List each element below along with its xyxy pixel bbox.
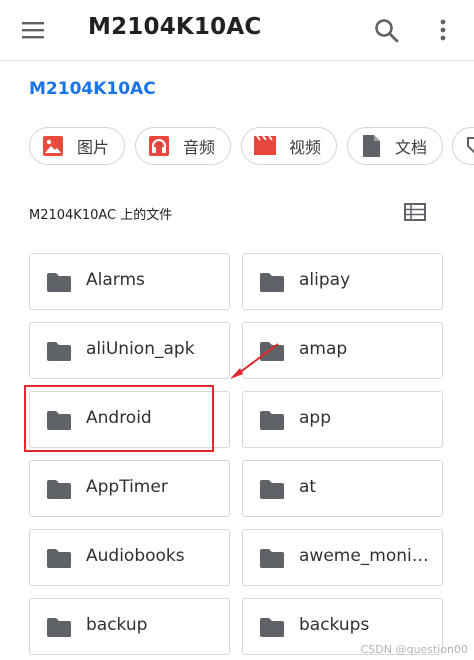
highlight-box bbox=[24, 385, 214, 452]
folder-icon bbox=[259, 479, 285, 500]
folder-name: aweme_moni… bbox=[299, 546, 429, 566]
folder-icon bbox=[46, 617, 72, 638]
folder-tile[interactable]: at bbox=[242, 460, 443, 517]
folder-name: alipay bbox=[299, 270, 351, 290]
folder-icon bbox=[259, 548, 285, 569]
list-view-icon[interactable] bbox=[404, 203, 426, 221]
movie-icon bbox=[253, 134, 277, 158]
folder-tile[interactable]: alipay bbox=[242, 253, 443, 310]
folder-tile[interactable]: app bbox=[242, 391, 443, 448]
folder-name: Audiobooks bbox=[86, 546, 185, 566]
folder-icon bbox=[46, 479, 72, 500]
chip-videos[interactable]: 视频 bbox=[241, 127, 337, 165]
app-bar-divider bbox=[0, 60, 474, 61]
image-icon bbox=[41, 134, 65, 158]
folder-icon bbox=[259, 617, 285, 638]
chip-images[interactable]: 图片 bbox=[29, 127, 125, 165]
breadcrumb[interactable]: M2104K10AC bbox=[29, 79, 156, 99]
folder-tile[interactable]: Audiobooks bbox=[29, 529, 230, 586]
folder-icon bbox=[46, 341, 72, 362]
chip-label: 图片 bbox=[77, 138, 110, 157]
annotation-arrow bbox=[230, 343, 279, 379]
folder-name: at bbox=[299, 477, 317, 497]
folder-tile[interactable]: aliUnion_apk bbox=[29, 322, 230, 379]
folder-name: backups bbox=[299, 615, 370, 635]
headphones-icon bbox=[147, 134, 171, 158]
document-icon bbox=[359, 134, 383, 158]
chip-label: 文档 bbox=[395, 138, 428, 157]
chip-label: 视频 bbox=[289, 138, 322, 157]
chip-documents[interactable]: 文档 bbox=[347, 127, 443, 165]
more-vert-icon[interactable] bbox=[430, 17, 456, 43]
search-icon[interactable] bbox=[373, 17, 401, 45]
section-title: M2104K10AC 上的文件 bbox=[29, 208, 173, 223]
folder-tile[interactable]: aweme_moni… bbox=[242, 529, 443, 586]
folder-tile[interactable]: backup bbox=[29, 598, 230, 655]
app-bar: M2104K10AC bbox=[0, 0, 474, 60]
folder-name: aliUnion_apk bbox=[86, 339, 195, 359]
folder-icon bbox=[46, 272, 72, 293]
chip-label: 音频 bbox=[183, 138, 216, 157]
chip-more[interactable] bbox=[452, 127, 474, 165]
hamburger-menu-icon[interactable] bbox=[20, 17, 46, 43]
folder-name: Alarms bbox=[86, 270, 145, 290]
folder-tile[interactable]: Alarms bbox=[29, 253, 230, 310]
folder-name: amap bbox=[299, 339, 348, 359]
folder-name: app bbox=[299, 408, 331, 428]
app-title: M2104K10AC bbox=[88, 14, 262, 40]
watermark: CSDN @question00 bbox=[360, 643, 468, 656]
folder-icon bbox=[259, 272, 285, 293]
folder-tile[interactable]: AppTimer bbox=[29, 460, 230, 517]
folder-name: AppTimer bbox=[86, 477, 168, 497]
chip-audio[interactable]: 音频 bbox=[135, 127, 231, 165]
folder-icon bbox=[259, 410, 285, 431]
tag-icon bbox=[464, 134, 474, 158]
folder-name: backup bbox=[86, 615, 148, 635]
folder-icon bbox=[46, 548, 72, 569]
